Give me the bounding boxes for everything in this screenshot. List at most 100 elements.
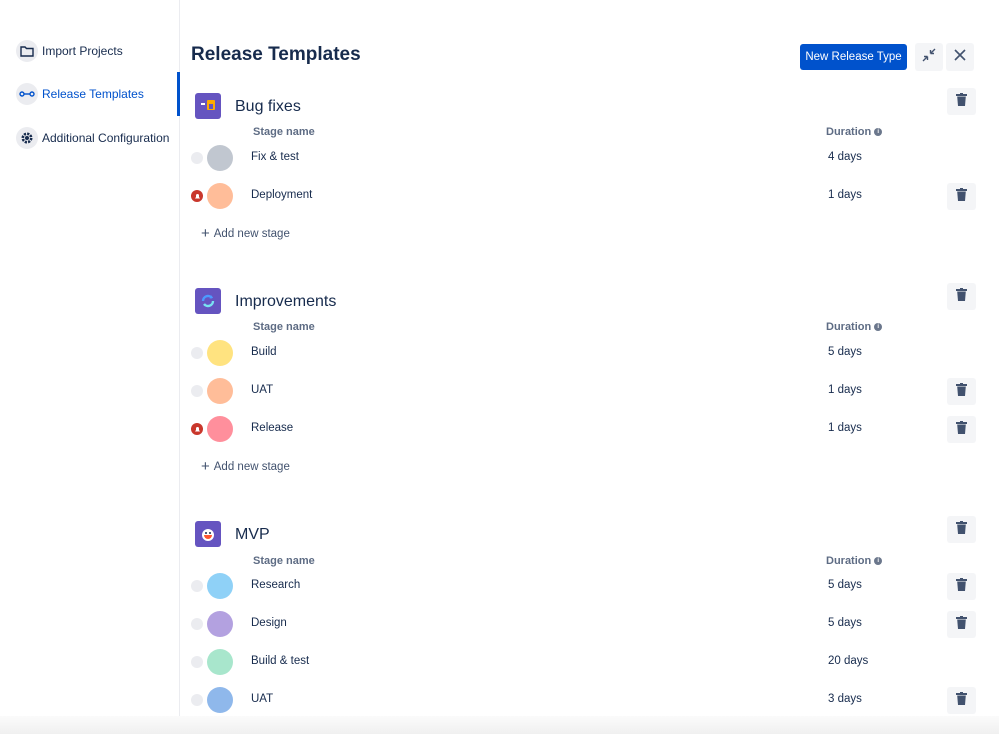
template-bug-fixes: Bug fixes Stage name Duration i Fix & te… bbox=[180, 88, 999, 258]
alert-icon bbox=[191, 423, 203, 435]
plus-icon: + bbox=[201, 225, 210, 242]
info-icon[interactable]: i bbox=[874, 128, 883, 136]
column-header-stage: Stage name bbox=[253, 555, 315, 567]
status-dot bbox=[191, 656, 203, 668]
status-dot bbox=[191, 152, 203, 164]
delete-stage-button[interactable] bbox=[947, 611, 976, 638]
plus-icon: + bbox=[201, 458, 210, 475]
improvements-icon bbox=[195, 288, 221, 314]
trash-icon bbox=[956, 691, 967, 710]
stage-avatar bbox=[207, 573, 233, 599]
stage-row: Release 1 days bbox=[180, 414, 999, 444]
close-icon bbox=[954, 48, 966, 66]
template-name: Bug fixes bbox=[235, 98, 301, 115]
collapse-button[interactable] bbox=[915, 43, 943, 71]
status-dot bbox=[191, 694, 203, 706]
stage-name: Deployment bbox=[251, 189, 313, 201]
info-icon[interactable]: i bbox=[874, 323, 883, 331]
trash-icon bbox=[956, 187, 967, 206]
stage-duration: 1 days bbox=[828, 384, 862, 396]
delete-template-button[interactable] bbox=[947, 88, 976, 115]
stage-name: Release bbox=[251, 422, 294, 434]
page-title: Release Templates bbox=[191, 44, 361, 65]
gear-icon bbox=[16, 127, 38, 149]
sidebar-item-import-projects[interactable]: Import Projects bbox=[16, 38, 123, 64]
stage-avatar bbox=[207, 649, 233, 675]
template-name: Improvements bbox=[235, 293, 337, 310]
stage-avatar bbox=[207, 687, 233, 713]
status-dot bbox=[191, 385, 203, 397]
template-improvements: Improvements Stage name Duration i Build… bbox=[180, 283, 999, 483]
stage-duration: 1 days bbox=[828, 422, 862, 434]
stage-row: Research 5 days bbox=[180, 571, 999, 601]
stage-duration: 1 days bbox=[828, 189, 862, 201]
add-new-stage-label: Add new stage bbox=[213, 228, 290, 240]
sidebar-item-label: Additional Configuration bbox=[42, 131, 170, 145]
trash-icon bbox=[956, 92, 967, 111]
trash-icon bbox=[956, 520, 967, 539]
column-header-duration-label: Duration bbox=[826, 321, 872, 333]
info-icon[interactable]: i bbox=[874, 557, 883, 565]
stage-name: Build & test bbox=[251, 655, 310, 667]
template-name: MVP bbox=[235, 526, 270, 543]
stage-duration: 5 days bbox=[828, 346, 862, 358]
delete-stage-button[interactable] bbox=[947, 416, 976, 443]
stage-name: Build bbox=[251, 346, 277, 358]
sidebar: Import Projects Release Templates Additi… bbox=[0, 0, 180, 720]
delete-stage-button[interactable] bbox=[947, 183, 976, 210]
add-new-stage-link[interactable]: + Add new stage bbox=[201, 458, 290, 475]
folder-icon bbox=[16, 40, 38, 62]
sidebar-item-additional-configuration[interactable]: Additional Configuration bbox=[16, 125, 169, 151]
delete-template-button[interactable] bbox=[947, 283, 976, 310]
new-release-type-button[interactable]: New Release Type bbox=[800, 44, 907, 70]
stage-avatar bbox=[207, 340, 233, 366]
sidebar-item-label: Release Templates bbox=[42, 87, 144, 101]
stage-name: Design bbox=[251, 617, 287, 629]
delete-stage-button[interactable] bbox=[947, 573, 976, 600]
stage-row: Build 5 days bbox=[180, 338, 999, 368]
column-header-duration-label: Duration bbox=[826, 126, 872, 138]
add-new-stage-label: Add new stage bbox=[213, 461, 290, 473]
stage-row: UAT 1 days bbox=[180, 376, 999, 406]
status-dot bbox=[191, 618, 203, 630]
stage-duration: 5 days bbox=[828, 617, 862, 629]
collapse-icon bbox=[922, 48, 936, 67]
stage-duration: 5 days bbox=[828, 579, 862, 591]
stage-name: UAT bbox=[251, 384, 274, 396]
column-header-duration: Duration i bbox=[826, 321, 883, 333]
status-dot bbox=[191, 580, 203, 592]
stage-name: UAT bbox=[251, 693, 274, 705]
trash-icon bbox=[956, 287, 967, 306]
close-button[interactable] bbox=[946, 43, 974, 71]
column-header-stage: Stage name bbox=[253, 126, 315, 138]
column-header-duration: Duration i bbox=[826, 555, 883, 567]
link-icon bbox=[16, 83, 38, 105]
add-new-stage-link[interactable]: + Add new stage bbox=[201, 225, 290, 242]
bug-fixes-icon bbox=[195, 93, 221, 119]
stage-row: Deployment 1 days bbox=[180, 181, 999, 211]
column-header-stage: Stage name bbox=[253, 321, 315, 333]
stage-avatar bbox=[207, 378, 233, 404]
column-header-duration-label: Duration bbox=[826, 555, 872, 567]
alert-icon bbox=[191, 190, 203, 202]
stage-name: Fix & test bbox=[251, 151, 299, 163]
template-mvp: MVP Stage name Duration i Research 5 day… bbox=[180, 516, 999, 716]
stage-row: Fix & test 4 days bbox=[180, 143, 999, 173]
stage-avatar bbox=[207, 611, 233, 637]
mvp-icon bbox=[195, 521, 221, 547]
sidebar-item-release-templates[interactable]: Release Templates bbox=[16, 81, 144, 107]
stage-avatar bbox=[207, 145, 233, 171]
stage-avatar bbox=[207, 416, 233, 442]
delete-stage-button[interactable] bbox=[947, 687, 976, 714]
status-dot bbox=[191, 347, 203, 359]
delete-template-button[interactable] bbox=[947, 516, 976, 543]
stage-row: UAT 3 days bbox=[180, 685, 999, 715]
column-header-duration: Duration i bbox=[826, 126, 883, 138]
trash-icon bbox=[956, 382, 967, 401]
trash-icon bbox=[956, 577, 967, 596]
trash-icon bbox=[956, 615, 967, 634]
stage-duration: 3 days bbox=[828, 693, 862, 705]
delete-stage-button[interactable] bbox=[947, 378, 976, 405]
stage-row: Build & test 20 days bbox=[180, 647, 999, 677]
stage-row: Design 5 days bbox=[180, 609, 999, 639]
